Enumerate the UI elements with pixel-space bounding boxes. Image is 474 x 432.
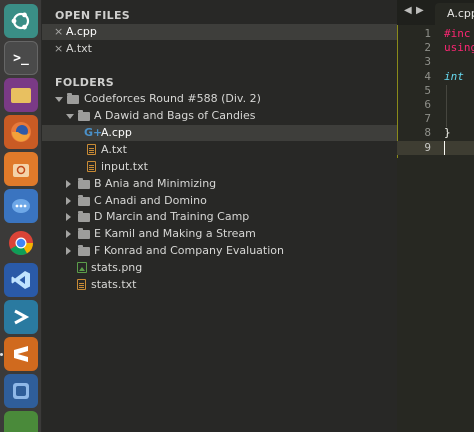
chevron-right-icon [66, 230, 71, 238]
file-label: A.txt [101, 143, 127, 156]
folder-label: F Konrad and Company Evaluation [94, 244, 284, 257]
line-number: 3 [424, 55, 431, 69]
folder-a[interactable]: A Dawid and Bags of Candies [42, 108, 397, 124]
folder-icon [78, 195, 90, 206]
editor-pane[interactable]: ◀ ▶ A.cpp 123456789 #incusing int} [397, 0, 474, 432]
chevron-down-icon [66, 114, 74, 119]
folder-label: D Marcin and Training Camp [94, 210, 250, 223]
launcher: >_ [0, 0, 42, 432]
folder-b[interactable]: B Ania and Minimizing [42, 176, 397, 192]
files-icon[interactable] [4, 78, 38, 112]
line-number: 4 [424, 69, 431, 83]
close-icon[interactable]: × [54, 24, 63, 40]
firefox-icon[interactable] [4, 115, 38, 149]
open-file-label: A.txt [66, 42, 92, 55]
app-arrow-icon[interactable] [4, 300, 38, 334]
chevron-right-icon [66, 247, 71, 255]
text-file-icon [87, 161, 96, 172]
chevron-right-icon [66, 180, 71, 188]
chevron-down-icon [55, 97, 63, 102]
tab-nav-left-icon[interactable]: ◀ [404, 5, 412, 16]
folder-c[interactable]: C Anadi and Domino [42, 193, 397, 209]
running-indicator [0, 353, 3, 356]
close-icon[interactable]: × [54, 41, 63, 57]
code-line: using [444, 41, 474, 55]
folder-icon [78, 245, 90, 256]
folder-d[interactable]: D Marcin and Training Camp [42, 209, 397, 225]
text-file-icon [77, 279, 86, 290]
open-file-label: A.cpp [66, 25, 97, 38]
folder-label: Codeforces Round #588 (Div. 2) [84, 92, 261, 105]
indent-guide [446, 85, 447, 127]
chevron-right-icon [66, 197, 71, 205]
folder-root[interactable]: Codeforces Round #588 (Div. 2) [42, 91, 397, 107]
cpp-file-icon: G+ [84, 126, 103, 139]
folder-f[interactable]: F Konrad and Company Evaluation [42, 243, 397, 259]
chevron-right-icon [66, 213, 71, 221]
line-number: 9 [424, 140, 431, 154]
folder-label: C Anadi and Domino [94, 194, 207, 207]
file-item-stats-png[interactable]: stats.png [42, 260, 397, 276]
file-label: stats.txt [91, 278, 137, 291]
line-number: 8 [424, 126, 431, 140]
sidebar: OPEN FILES × A.cpp × A.txt FOLDERS Codef… [42, 0, 397, 432]
screenshot-icon[interactable] [4, 374, 38, 408]
software-center-icon[interactable] [4, 152, 38, 186]
open-file-item[interactable]: × A.cpp [42, 24, 397, 40]
folder-icon [78, 178, 90, 189]
file-item-stats-txt[interactable]: stats.txt [42, 277, 397, 293]
folder-icon [78, 110, 90, 121]
file-item-input-txt[interactable]: input.txt [42, 159, 397, 175]
folder-icon [78, 228, 90, 239]
line-number: 5 [424, 83, 431, 97]
line-number: 7 [424, 112, 431, 126]
folder-label: A Dawid and Bags of Candies [94, 109, 256, 122]
tab-label: A.cpp [447, 7, 474, 20]
file-label: stats.png [91, 261, 143, 274]
ubuntu-dash-icon[interactable] [4, 4, 38, 38]
chat-icon[interactable] [4, 189, 38, 223]
folder-icon [67, 93, 79, 104]
folder-label: B Ania and Minimizing [94, 177, 217, 190]
chrome-icon[interactable] [4, 226, 38, 260]
file-label: A.cpp [101, 126, 132, 139]
open-files-heading: OPEN FILES [55, 9, 131, 22]
text-file-icon [87, 144, 96, 155]
text-caret [444, 141, 445, 155]
sublime-text-icon[interactable] [4, 337, 38, 371]
file-item-a-txt[interactable]: A.txt [42, 142, 397, 158]
code-line: #inc [444, 27, 471, 40]
tab-a-cpp[interactable]: A.cpp [435, 3, 474, 25]
folder-e[interactable]: E Kamil and Making a Stream [42, 226, 397, 242]
code-line: int [444, 69, 464, 83]
file-label: input.txt [101, 160, 148, 173]
line-number: 6 [424, 98, 431, 111]
vscode-icon[interactable] [4, 263, 38, 297]
folders-heading: FOLDERS [55, 76, 115, 89]
launcher-partial-icon[interactable] [4, 411, 38, 432]
folder-icon [78, 211, 90, 222]
tab-bar: ◀ ▶ A.cpp [397, 0, 474, 25]
line-number: 1 [424, 27, 431, 40]
tab-nav-right-icon[interactable]: ▶ [416, 5, 424, 16]
folder-label: E Kamil and Making a Stream [94, 227, 256, 240]
code-line: } [444, 126, 451, 140]
terminal-icon[interactable]: >_ [4, 41, 38, 75]
file-item-a-cpp[interactable]: G+ A.cpp [42, 125, 397, 141]
line-number: 2 [424, 41, 431, 55]
image-file-icon [77, 262, 87, 273]
open-file-item[interactable]: × A.txt [42, 41, 397, 57]
